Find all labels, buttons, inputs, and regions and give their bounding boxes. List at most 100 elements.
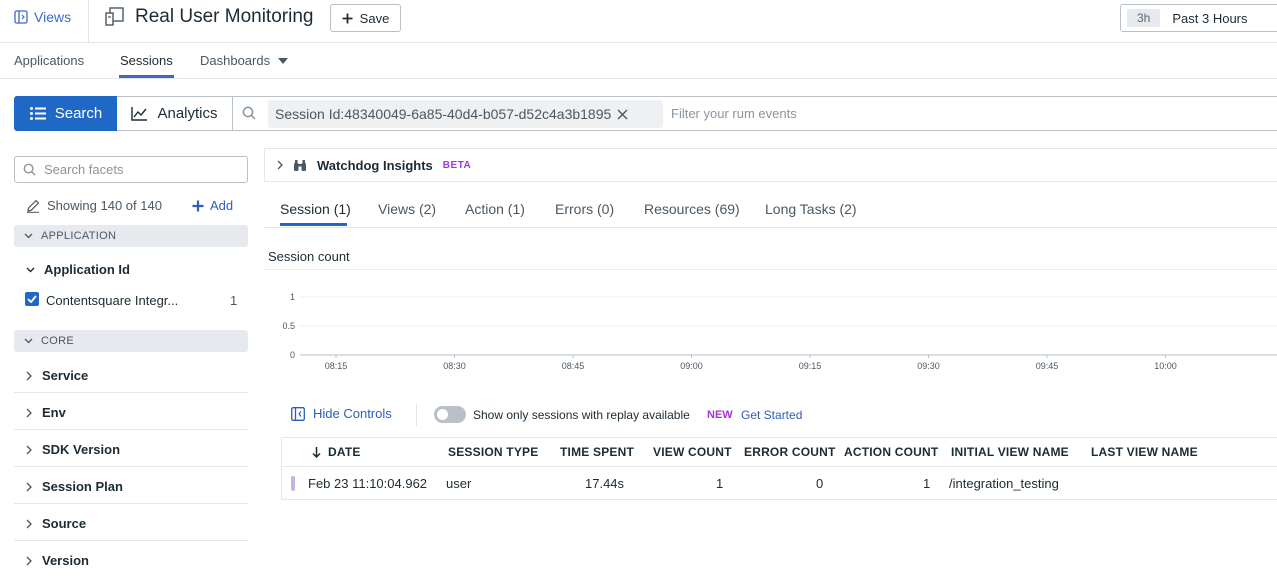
tab-long-tasks[interactable]: Long Tasks (2) [765, 201, 857, 217]
binoculars-icon [293, 159, 307, 172]
facet-title-label: Application Id [44, 262, 130, 277]
column-header-session-type[interactable]: SESSION TYPE [448, 445, 538, 459]
tab-sessions[interactable]: Sessions [120, 53, 173, 68]
facet-service[interactable]: Service [14, 356, 248, 393]
cell-view-count[interactable]: 1 [716, 476, 723, 491]
add-facet-label: Add [210, 198, 234, 213]
tab-dashboards[interactable]: Dashboards [200, 53, 289, 68]
column-header-action-count[interactable]: ACTION COUNT [844, 445, 938, 459]
chevron-down-icon [26, 267, 35, 273]
active-subtab-indicator [280, 223, 347, 226]
facet-env[interactable]: Env [14, 393, 248, 430]
query-chip-text: Session Id:48340049-6a85-40d4-b057-d52c4… [275, 106, 612, 122]
search-mode-button[interactable]: Search [14, 96, 118, 131]
save-label: Save [359, 10, 390, 26]
caret-down-icon [278, 57, 289, 64]
cell-date[interactable]: Feb 23 11:10:04.962 [308, 476, 427, 491]
active-tab-indicator [119, 75, 174, 78]
search-icon [242, 106, 256, 120]
column-header-error-count[interactable]: ERROR COUNT [744, 445, 836, 459]
watchdog-insights-row[interactable]: Watchdog Insights BETA [264, 148, 1277, 182]
chevron-right-icon [26, 482, 32, 492]
facet-label: Env [42, 405, 66, 420]
table-header-divider [281, 466, 1277, 467]
x-tick-label: 09:45 [1036, 361, 1059, 371]
column-header-date[interactable]: DATE [312, 445, 361, 459]
facet-session-plan[interactable]: Session Plan [14, 467, 248, 504]
save-button[interactable]: Save [330, 4, 401, 32]
chevron-right-icon [26, 519, 32, 529]
cell-session-type[interactable]: user [446, 476, 471, 491]
analytics-mode-button[interactable]: Analytics [117, 96, 233, 131]
facet-value-count: 1 [230, 293, 238, 308]
group-header-core[interactable]: CORE [14, 330, 248, 352]
chevron-right-icon [26, 556, 32, 566]
group-header-label: CORE [41, 335, 74, 347]
facet-application-id[interactable]: Application Id [26, 262, 130, 277]
facet-sdk-version[interactable]: SDK Version [14, 430, 248, 467]
chevron-right-icon [26, 408, 32, 418]
session-count-chart[interactable]: 1 0.5 0 08:15 08:30 08:45 09:00 09:15 09:30 09:45… [270, 282, 1277, 378]
column-header-last-view[interactable]: LAST VIEW NAME [1091, 445, 1198, 459]
time-range-short: 3h [1127, 9, 1161, 27]
facet-search-placeholder: Search facets [44, 162, 124, 177]
x-tick-label: 08:15 [325, 361, 348, 371]
facet-search-input[interactable]: Search facets [14, 156, 248, 183]
y-tick-label: 0 [290, 350, 295, 360]
facets-showing-text: Showing 140 of 140 [47, 198, 162, 213]
chevron-down-icon [24, 338, 33, 344]
x-tick-label: 08:45 [562, 361, 585, 371]
add-facet-button[interactable]: Add [192, 198, 233, 213]
y-tick-label: 0.5 [282, 321, 295, 331]
check-icon [27, 295, 37, 303]
x-tick-label: 10:00 [1154, 361, 1177, 371]
x-tick-label: 08:30 [443, 361, 466, 371]
tab-resources[interactable]: Resources (69) [644, 201, 740, 217]
chevron-right-icon [26, 445, 32, 455]
replay-toggle-label: Show only sessions with replay available [473, 408, 690, 422]
get-started-link[interactable]: Get Started [741, 408, 802, 422]
plus-icon [192, 200, 204, 212]
tab-session[interactable]: Session (1) [280, 201, 351, 217]
cell-error-count[interactable]: 0 [816, 476, 823, 491]
cell-time-spent[interactable]: 17.44s [585, 476, 624, 491]
chevron-right-icon [26, 371, 32, 381]
facet-label: Session Plan [42, 479, 123, 494]
facet-value-label[interactable]: Contentsquare Integr... [46, 293, 178, 308]
tab-views[interactable]: Views (2) [378, 201, 436, 217]
x-tick-label: 09:00 [680, 361, 703, 371]
views-link[interactable]: Views [14, 9, 71, 25]
new-badge: NEW [707, 409, 733, 421]
tab-action[interactable]: Action (1) [465, 201, 525, 217]
facet-value-checkbox[interactable] [25, 292, 39, 306]
pencil-icon [26, 199, 40, 213]
column-header-view-count[interactable]: VIEW COUNT [653, 445, 732, 459]
hide-controls-label: Hide Controls [313, 406, 392, 421]
query-placeholder[interactable]: Filter your rum events [671, 106, 797, 121]
facets-showing[interactable]: Showing 140 of 140 [26, 198, 162, 213]
page-title: Real User Monitoring [135, 6, 314, 27]
tab-errors[interactable]: Errors (0) [555, 201, 614, 217]
views-icon [14, 10, 28, 24]
time-range-label: Past 3 Hours [1172, 10, 1248, 26]
cell-initial-view[interactable]: /integration_testing [949, 476, 1059, 491]
chevron-down-icon [24, 233, 33, 239]
cell-action-count[interactable]: 1 [923, 476, 930, 491]
tab-dashboards-label: Dashboards [200, 53, 271, 68]
facet-version[interactable]: Version [14, 541, 248, 577]
time-range-selector[interactable]: 3h Past 3 Hours [1120, 4, 1277, 32]
group-header-application[interactable]: APPLICATION [14, 225, 248, 247]
column-header-time-spent[interactable]: TIME SPENT [560, 445, 634, 459]
close-icon[interactable] [617, 109, 628, 120]
analytics-mode-label: Analytics [157, 105, 218, 122]
hide-controls-button[interactable]: Hide Controls [291, 406, 392, 421]
facet-source[interactable]: Source [14, 504, 248, 541]
row-status-marker [291, 476, 295, 491]
column-header-initial-view[interactable]: INITIAL VIEW NAME [951, 445, 1069, 459]
rum-icon [104, 7, 125, 27]
query-chip[interactable]: Session Id:48340049-6a85-40d4-b057-d52c4… [268, 100, 663, 128]
nav-tabs [0, 43, 1277, 79]
divider [88, 0, 89, 42]
tab-applications[interactable]: Applications [14, 53, 84, 68]
line-chart-icon [131, 106, 148, 121]
